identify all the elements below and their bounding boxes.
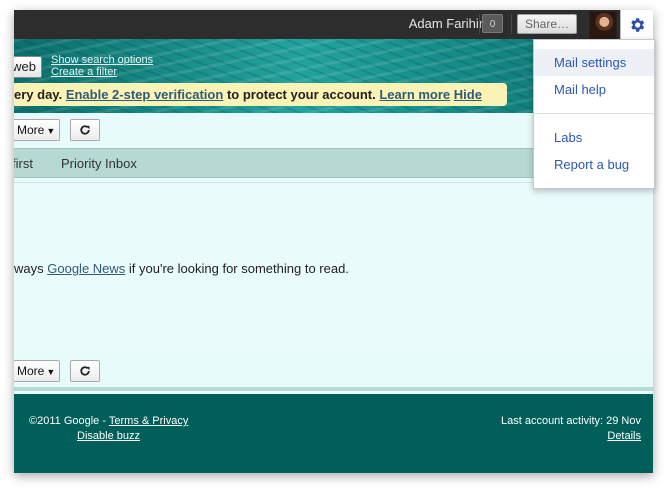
refresh-button[interactable] [70,360,100,382]
show-search-options-link[interactable]: Show search options [51,54,153,66]
message-list-area: ways Google News if you're looking for s… [14,182,653,353]
two-step-promo-bar: ery day. Enable 2-step verification to p… [14,83,507,106]
menu-divider [534,113,654,114]
message-text: if you're looking for something to read. [128,261,349,276]
divider [511,14,512,34]
more-actions-button[interactable]: More ▼ [14,119,60,141]
menu-item-mail-settings[interactable]: Mail settings [534,49,654,76]
promo-text: ery day. [14,87,63,102]
terms-privacy-link[interactable]: Terms & Privacy [109,415,188,427]
bottom-toolbar: More ▼ [14,354,653,389]
top-bar: Adam Farihin 0 Share… [14,10,653,39]
gear-icon [631,17,645,32]
disable-buzz-link[interactable]: Disable buzz [77,430,140,442]
settings-button[interactable] [620,10,653,39]
message-text: ways [14,261,44,276]
tab-priority-inbox[interactable]: Priority Inbox [61,156,137,171]
tab-unread-first[interactable]: first [14,156,33,171]
details-link[interactable]: Details [607,430,641,442]
share-button[interactable]: Share… [517,14,577,34]
refresh-icon [80,366,90,376]
enable-2-step-link[interactable]: Enable 2-step verification [66,87,224,102]
copyright-line: ©2011 Google - Terms & Privacy [29,415,188,427]
create-filter-link[interactable]: Create a filter [51,66,117,78]
user-name[interactable]: Adam Farihin [409,16,486,31]
learn-more-link[interactable]: Learn more [379,87,450,102]
copyright-text: ©2011 Google - [29,415,107,427]
footer: ©2011 Google - Terms & Privacy Disable b… [14,394,653,473]
refresh-icon [80,125,90,135]
refresh-button[interactable] [70,119,100,141]
google-news-link[interactable]: Google News [47,261,125,276]
avatar[interactable] [589,11,617,39]
promo-text: to protect your account. [226,87,376,102]
notification-count[interactable]: 0 [482,14,503,33]
last-activity-text: Last account activity: 29 Nov [500,415,641,427]
menu-item-labs[interactable]: Labs [534,124,654,151]
menu-item-mail-help[interactable]: Mail help [534,76,654,103]
divider [479,14,480,34]
settings-menu: Mail settings Mail help Labs Report a bu… [533,39,655,189]
triangle-down-icon: ▼ [46,367,56,377]
more-label: More [17,123,45,137]
menu-item-report-bug[interactable]: Report a bug [534,151,654,178]
search-web-button[interactable]: web [14,56,42,78]
more-actions-button[interactable]: More ▼ [14,360,60,382]
empty-inbox-message: ways Google News if you're looking for s… [14,261,349,276]
divider [14,387,653,391]
hide-promo-link[interactable]: Hide [454,87,482,102]
more-label: More [17,364,45,378]
triangle-down-icon: ▼ [46,126,56,136]
